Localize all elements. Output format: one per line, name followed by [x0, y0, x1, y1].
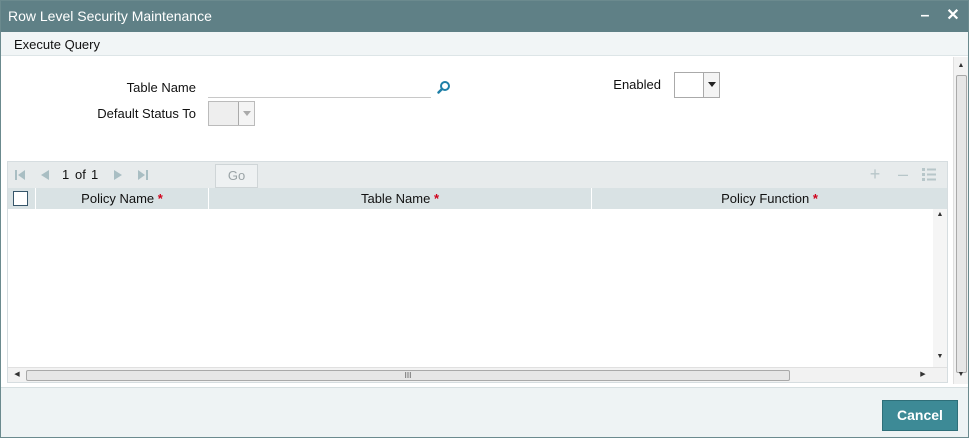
menu-bar: Execute Query: [1, 32, 968, 56]
add-row-icon[interactable]: +: [867, 165, 883, 183]
column-header-policy-name[interactable]: Policy Name *: [36, 188, 209, 209]
chevron-down-icon: [238, 102, 254, 125]
execute-query-menu-item[interactable]: Execute Query: [14, 37, 100, 52]
column-label: Policy Function: [721, 191, 810, 206]
dialog-footer: Cancel: [1, 387, 968, 437]
default-status-select[interactable]: [208, 101, 255, 126]
dialog-window: Row Level Security Maintenance – ✕ Execu…: [0, 0, 969, 438]
delete-row-icon[interactable]: –: [895, 165, 911, 183]
column-header-table-name[interactable]: Table Name *: [209, 188, 592, 209]
scroll-right-icon[interactable]: ▶: [916, 368, 930, 382]
last-page-icon[interactable]: [137, 169, 149, 181]
window-title: Row Level Security Maintenance: [8, 8, 212, 24]
table-name-input[interactable]: [208, 77, 431, 98]
previous-page-icon[interactable]: [39, 169, 51, 181]
minimize-button[interactable]: –: [915, 6, 935, 26]
grid-header-row: Policy Name * Table Name * Policy Functi…: [8, 188, 947, 209]
policy-grid: 1 of 1 Go + – Policy Name * Table Name *…: [7, 161, 948, 383]
scroll-down-icon[interactable]: ▼: [954, 368, 968, 382]
grid-vertical-scrollbar[interactable]: ▲ ▼: [933, 209, 947, 367]
first-page-icon[interactable]: [14, 169, 26, 181]
horizontal-scroll-thumb[interactable]: III: [26, 370, 790, 381]
required-marker: *: [157, 191, 163, 206]
table-name-label: Table Name: [126, 80, 196, 95]
vertical-scroll-thumb[interactable]: [956, 75, 967, 373]
search-icon[interactable]: [437, 80, 451, 94]
page-total: 1: [91, 167, 99, 182]
next-page-icon[interactable]: [112, 169, 124, 181]
enabled-select[interactable]: [674, 72, 720, 98]
scroll-down-icon[interactable]: ▼: [933, 353, 947, 365]
enabled-label: Enabled: [613, 77, 661, 92]
select-all-cell: [8, 188, 36, 209]
column-label: Policy Name: [81, 191, 155, 206]
cancel-button[interactable]: Cancel: [882, 400, 958, 431]
page-current: 1: [62, 167, 70, 182]
default-status-label: Default Status To: [97, 106, 196, 121]
required-marker: *: [812, 191, 818, 206]
close-button[interactable]: ✕: [943, 6, 963, 26]
scroll-up-icon[interactable]: ▲: [933, 211, 947, 223]
required-marker: *: [433, 191, 440, 206]
column-label: Table Name: [360, 191, 431, 206]
scroll-up-icon[interactable]: ▲: [954, 59, 968, 73]
title-bar: Row Level Security Maintenance – ✕: [1, 1, 968, 32]
go-button[interactable]: Go: [215, 164, 258, 188]
grid-body: [8, 209, 947, 367]
scroll-left-icon[interactable]: ◀: [10, 368, 24, 382]
grid-toolbar: 1 of 1 Go + –: [8, 162, 947, 188]
select-all-checkbox[interactable]: [13, 191, 28, 206]
chevron-down-icon: [703, 73, 719, 97]
single-view-icon[interactable]: [922, 168, 936, 181]
page-of-label: of: [75, 167, 86, 182]
grid-horizontal-scrollbar[interactable]: ◀ III ▶: [8, 367, 947, 382]
form-vertical-scrollbar[interactable]: ▲ ▼: [953, 57, 968, 384]
column-header-policy-function[interactable]: Policy Function *: [592, 188, 947, 209]
